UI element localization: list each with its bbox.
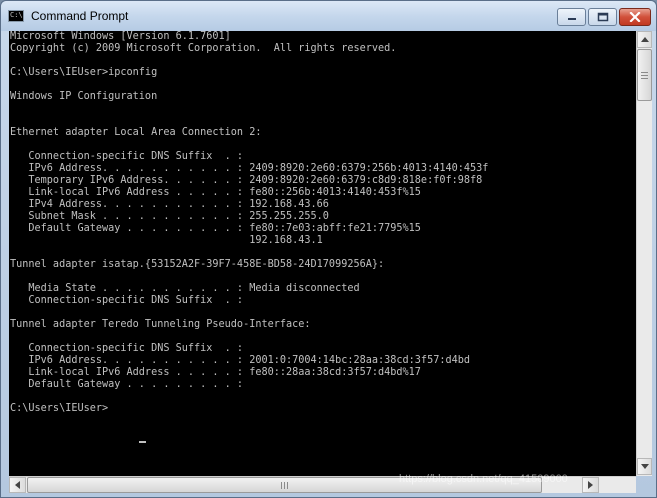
console-line: IPv6 Address. . . . . . . . . . . : 2409… bbox=[10, 163, 489, 174]
console-line: IPv6 Address. . . . . . . . . . . : 2001… bbox=[10, 355, 471, 366]
scroll-up-button[interactable] bbox=[637, 31, 652, 48]
text-cursor bbox=[139, 441, 146, 443]
thumb-grip-line bbox=[641, 72, 648, 73]
thumb-grip-line bbox=[641, 78, 648, 79]
console-line: Copyright (c) 2009 Microsoft Corporation… bbox=[10, 43, 397, 54]
console-line: 192.168.43.1 bbox=[10, 235, 323, 246]
console-line: Link-local IPv6 Address . . . . . : fe80… bbox=[10, 187, 421, 198]
console-line: Subnet Mask . . . . . . . . . . . : 255.… bbox=[10, 211, 329, 222]
thumb-grip-line bbox=[284, 482, 285, 489]
console-line: Connection-specific DNS Suffix . : bbox=[10, 151, 244, 162]
console-line: Tunnel adapter Teredo Tunneling Pseudo-I… bbox=[10, 319, 311, 330]
console-line: C:\Users\IEUser> bbox=[10, 403, 109, 414]
thumb-grip-line bbox=[281, 482, 282, 489]
console-line: IPv4 Address. . . . . . . . . . . : 192.… bbox=[10, 199, 329, 210]
console-line: Default Gateway . . . . . . . . . : fe80… bbox=[10, 223, 421, 234]
watermark-text: https://blog.csdn.net/qq_41509000 bbox=[399, 473, 568, 485]
arrow-right-icon bbox=[588, 481, 593, 489]
thumb-grip-line bbox=[287, 482, 288, 489]
console-line: Connection-specific DNS Suffix . : bbox=[10, 295, 244, 306]
cmd-console-icon[interactable]: C:\ bbox=[8, 10, 24, 22]
arrow-up-icon bbox=[641, 37, 649, 42]
vertical-scrollbar[interactable] bbox=[636, 31, 652, 476]
console-line: Link-local IPv6 Address . . . . . : fe80… bbox=[10, 367, 421, 378]
maximize-icon bbox=[597, 12, 608, 22]
title-bar[interactable]: C:\ Command Prompt bbox=[1, 1, 656, 31]
console-output-area[interactable]: Microsoft Windows [Version 6.1.7601] Cop… bbox=[9, 31, 636, 476]
scroll-right-button[interactable] bbox=[582, 477, 599, 493]
arrow-left-icon bbox=[15, 481, 20, 489]
scroll-left-button[interactable] bbox=[9, 477, 26, 493]
maximize-button[interactable] bbox=[588, 8, 617, 26]
thumb-grip-line bbox=[641, 75, 648, 76]
console-text: Microsoft Windows [Version 6.1.7601] Cop… bbox=[10, 31, 488, 415]
window-title: Command Prompt bbox=[31, 9, 129, 23]
console-line: Default Gateway . . . . . . . . . : bbox=[10, 379, 244, 390]
arrow-down-icon bbox=[641, 464, 649, 469]
console-line: Media State . . . . . . . . . . . : Medi… bbox=[10, 283, 360, 294]
scroll-down-button[interactable] bbox=[637, 458, 652, 475]
minimize-button[interactable] bbox=[557, 8, 586, 26]
close-button[interactable] bbox=[619, 8, 651, 26]
console-line: Temporary IPv6 Address. . . . . . : 2409… bbox=[10, 175, 483, 186]
console-line: Microsoft Windows [Version 6.1.7601] bbox=[10, 31, 231, 42]
console-line: Ethernet adapter Local Area Connection 2… bbox=[10, 127, 262, 138]
console-line: C:\Users\IEUser>ipconfig bbox=[10, 67, 158, 78]
console-line: Windows IP Configuration bbox=[10, 91, 158, 102]
command-prompt-window: C:\ Command Prompt Microsoft Windows [Ve… bbox=[0, 0, 657, 498]
minimize-icon bbox=[567, 18, 576, 20]
console-line: Tunnel adapter isatap.{53152A2F-39F7-458… bbox=[10, 259, 385, 270]
console-line: Connection-specific DNS Suffix . : bbox=[10, 343, 244, 354]
vertical-scroll-thumb[interactable] bbox=[637, 49, 652, 101]
close-icon bbox=[629, 12, 641, 22]
